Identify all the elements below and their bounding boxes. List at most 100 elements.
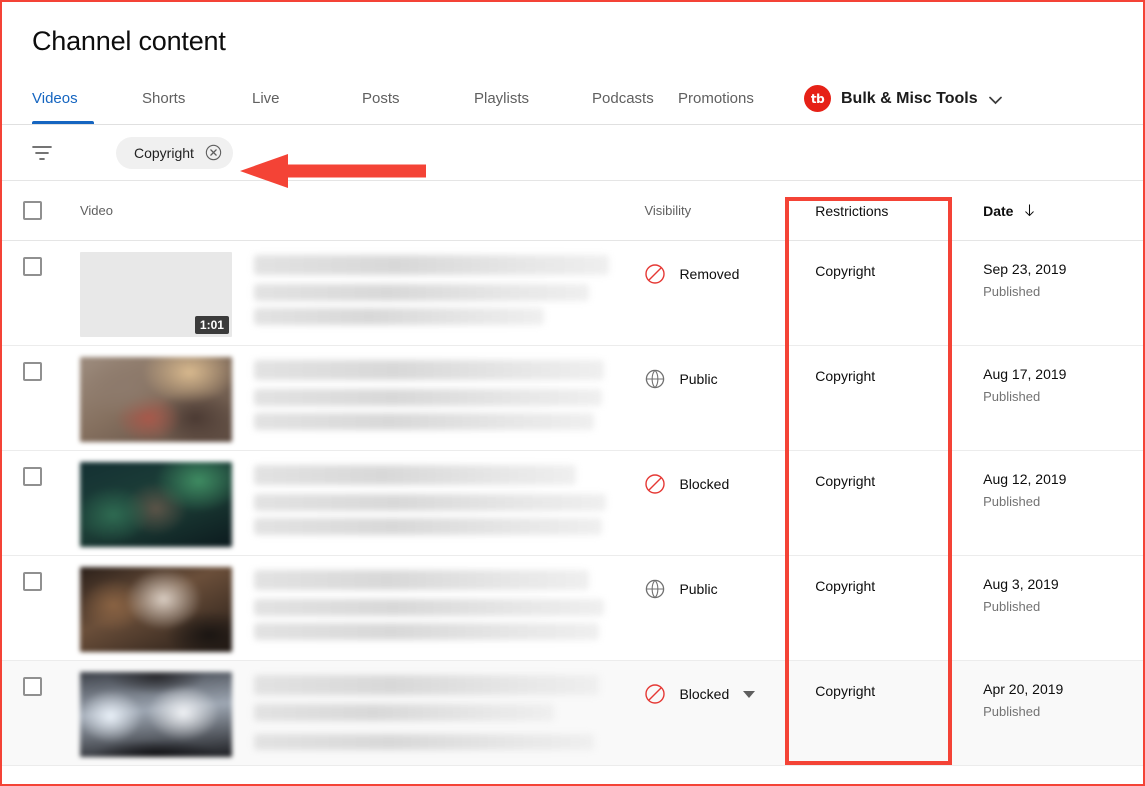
blocked-icon: [645, 474, 666, 494]
video-title-redacted: [253, 570, 589, 590]
row-restrictions-cell: Copyright: [815, 661, 983, 765]
header-video: Video: [64, 203, 645, 218]
chevron-down-icon[interactable]: [743, 690, 756, 698]
header-restrictions: Restrictions: [815, 203, 983, 219]
tab-podcasts[interactable]: Podcasts: [592, 73, 678, 124]
page-title: Channel content: [32, 26, 226, 56]
tab-promotions-label: Promotions: [678, 90, 754, 107]
table-row[interactable]: Blocked Copyright Aug 12, 2019 Published: [2, 451, 1143, 556]
row-select-cell: [2, 556, 64, 660]
video-duration-badge: 1:01: [194, 316, 229, 334]
row-visibility-cell[interactable]: Public: [644, 556, 815, 660]
video-description-redacted: [253, 623, 599, 640]
video-thumbnail[interactable]: [79, 357, 232, 442]
date-status: Published: [983, 389, 1041, 404]
table-row[interactable]: Public Copyright Aug 17, 2019 Published: [2, 346, 1143, 451]
tab-shorts-label: Shorts: [142, 90, 186, 107]
date-value: Aug 12, 2019: [983, 471, 1067, 487]
globe-icon: [646, 579, 665, 599]
row-checkbox[interactable]: [23, 362, 43, 381]
table-header: Video Visibility Restrictions Date: [2, 181, 1143, 241]
video-title-redacted: [253, 465, 576, 485]
row-visibility-cell[interactable]: Public: [644, 346, 815, 450]
select-all-checkbox[interactable]: [23, 201, 43, 220]
row-checkbox[interactable]: [23, 467, 43, 486]
date-status: Published: [983, 704, 1041, 719]
table-row[interactable]: Public Copyright Aug 3, 2019 Published: [2, 556, 1143, 661]
blocked-icon: [645, 264, 666, 284]
row-checkbox[interactable]: [23, 257, 43, 276]
header-video-label: Video: [79, 203, 113, 218]
close-circle-icon[interactable]: [205, 144, 222, 161]
row-date-cell: Aug 17, 2019 Published: [983, 346, 1143, 450]
channel-content-page: Channel content Videos Shorts Live Posts…: [0, 0, 1145, 786]
tab-videos-label: Videos: [32, 90, 78, 107]
header-restrictions-label: Restrictions: [815, 202, 889, 219]
date-status: Published: [983, 284, 1041, 299]
video-description-redacted: [253, 599, 604, 616]
row-visibility-cell[interactable]: Blocked: [644, 661, 815, 765]
tab-playlists-label: Playlists: [474, 90, 530, 107]
row-video-cell: 1:01: [64, 241, 645, 345]
visibility-label: Public: [679, 581, 718, 597]
row-select-cell: [2, 451, 64, 555]
filter-chip-copyright[interactable]: Copyright: [116, 136, 233, 169]
row-checkbox[interactable]: [23, 677, 43, 696]
chevron-down-icon: [988, 96, 1002, 105]
visibility-label: Public: [679, 371, 718, 387]
tubebuddy-logo-icon: tb: [804, 85, 831, 112]
video-thumbnail[interactable]: 1:01: [79, 252, 232, 337]
filter-icon[interactable]: [30, 141, 54, 165]
date-value: Aug 3, 2019: [983, 576, 1059, 592]
date-status: Published: [983, 599, 1041, 614]
visibility-label: Removed: [679, 266, 740, 282]
header-date[interactable]: Date: [983, 203, 1143, 219]
bulk-misc-tools-menu[interactable]: tb Bulk & Misc Tools: [804, 73, 1002, 124]
tab-videos[interactable]: Videos: [32, 73, 142, 124]
select-all-cell: [2, 201, 64, 220]
video-description-redacted: [253, 704, 554, 721]
video-description-redacted: [253, 413, 594, 430]
video-description-redacted: [253, 518, 602, 535]
video-thumbnail[interactable]: [79, 567, 232, 652]
filter-bar: Copyright: [2, 125, 1143, 181]
row-video-cell: [64, 556, 645, 660]
video-meta: [232, 451, 645, 555]
restriction-label: Copyright: [815, 683, 876, 699]
header-date-label: Date: [983, 202, 1014, 219]
video-thumbnail[interactable]: [79, 672, 232, 757]
tab-live-label: Live: [252, 90, 280, 107]
date-status: Published: [983, 494, 1041, 509]
row-checkbox[interactable]: [23, 572, 43, 591]
restriction-label: Copyright: [815, 473, 876, 489]
row-date-cell: Sep 23, 2019 Published: [983, 241, 1143, 345]
tab-podcasts-label: Podcasts: [592, 90, 654, 107]
table-row[interactable]: Blocked Copyright Apr 20, 2019 Published: [2, 661, 1143, 766]
filter-chip-label: Copyright: [134, 144, 194, 161]
video-action-icons-redacted[interactable]: [253, 734, 594, 750]
row-date-cell: Aug 3, 2019 Published: [983, 556, 1143, 660]
video-thumbnail[interactable]: [79, 462, 232, 547]
row-restrictions-cell: Copyright: [815, 451, 983, 555]
row-video-cell: [64, 661, 645, 765]
video-description-redacted: [253, 389, 602, 406]
video-meta: [232, 556, 645, 660]
row-visibility-cell[interactable]: Removed: [644, 241, 815, 345]
row-select-cell: [2, 661, 64, 765]
restriction-label: Copyright: [815, 263, 876, 279]
date-value: Apr 20, 2019: [983, 681, 1064, 697]
table-row[interactable]: 1:01 Removed Copyright Sep 23, 2019 Publ…: [2, 241, 1143, 346]
row-visibility-cell[interactable]: Blocked: [644, 451, 815, 555]
header-visibility-label: Visibility: [644, 203, 692, 218]
video-title-redacted: [253, 360, 604, 380]
tab-shorts[interactable]: Shorts: [142, 73, 252, 124]
tab-live[interactable]: Live: [252, 73, 362, 124]
video-title-redacted: [253, 675, 599, 695]
row-select-cell: [2, 241, 64, 345]
tab-promotions[interactable]: Promotions: [678, 73, 788, 124]
row-date-cell: Aug 12, 2019 Published: [983, 451, 1143, 555]
tab-posts[interactable]: Posts: [362, 73, 474, 124]
bulk-misc-tools-label: Bulk & Misc Tools: [841, 89, 978, 107]
tab-playlists[interactable]: Playlists: [474, 73, 592, 124]
row-restrictions-cell: Copyright: [815, 346, 983, 450]
